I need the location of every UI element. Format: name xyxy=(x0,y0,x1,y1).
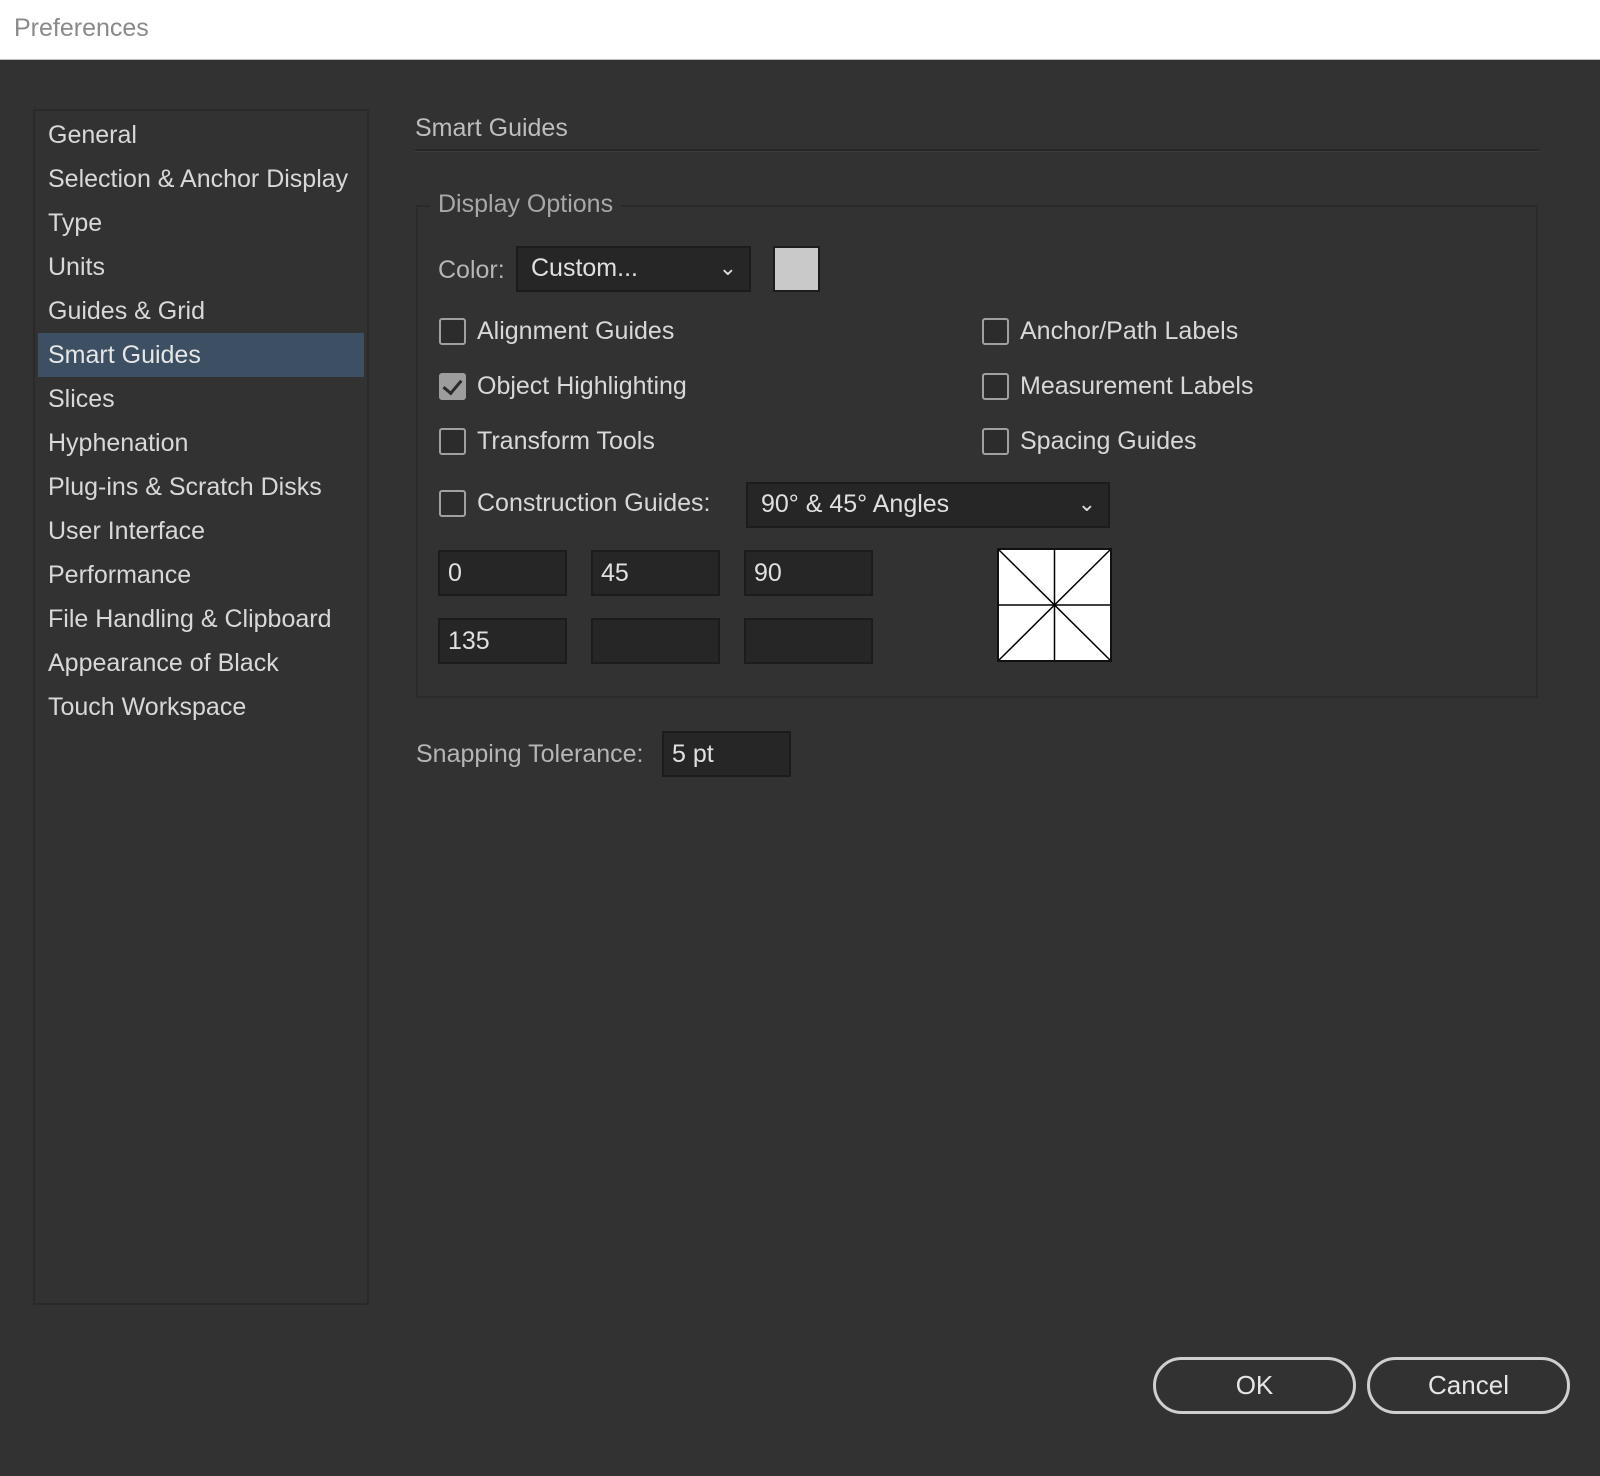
display-options-label: Display Options xyxy=(430,190,622,219)
sidebar-item-units[interactable]: Units xyxy=(38,245,364,289)
color-dropdown[interactable]: Custom... ⌄ xyxy=(516,246,751,292)
object-highlighting-checkbox[interactable] xyxy=(439,373,466,400)
measurement-labels-label[interactable]: Measurement Labels xyxy=(1020,372,1253,401)
transform-tools-checkbox[interactable] xyxy=(439,428,466,455)
angle-field-5[interactable] xyxy=(591,618,720,664)
angle-field-6[interactable] xyxy=(744,618,873,664)
angle-lines-graphic xyxy=(998,549,1111,661)
alignment-guides-checkbox[interactable] xyxy=(439,318,466,345)
sidebar-item-plugins-scratch-disks[interactable]: Plug-ins & Scratch Disks xyxy=(38,465,364,509)
anchor-path-labels-checkbox[interactable] xyxy=(982,318,1009,345)
cancel-button[interactable]: Cancel xyxy=(1367,1357,1570,1414)
chevron-down-icon: ⌄ xyxy=(718,255,737,280)
chevron-down-icon: ⌄ xyxy=(1077,491,1096,516)
ok-button[interactable]: OK xyxy=(1153,1357,1356,1414)
sidebar-item-user-interface[interactable]: User Interface xyxy=(38,509,364,553)
construction-angles-dropdown[interactable]: 90° & 45° Angles ⌄ xyxy=(746,482,1110,528)
angle-preview-icon xyxy=(997,548,1112,662)
measurement-labels-checkbox[interactable] xyxy=(982,373,1009,400)
construction-guides-checkbox[interactable] xyxy=(439,490,466,517)
spacing-guides-label[interactable]: Spacing Guides xyxy=(1020,427,1197,456)
sidebar-item-touch-workspace[interactable]: Touch Workspace xyxy=(38,685,364,729)
sidebar-item-file-handling-clipboard[interactable]: File Handling & Clipboard xyxy=(38,597,364,641)
color-dropdown-value: Custom... xyxy=(531,254,638,282)
sidebar-item-selection-anchor-display[interactable]: Selection & Anchor Display xyxy=(38,157,364,201)
snapping-tolerance-input[interactable]: 5 pt xyxy=(662,731,791,777)
sidebar-item-smart-guides[interactable]: Smart Guides xyxy=(38,333,364,377)
angle-field-2[interactable]: 45 xyxy=(591,550,720,596)
spacing-guides-checkbox[interactable] xyxy=(982,428,1009,455)
sidebar-item-general[interactable]: General xyxy=(38,113,364,157)
sidebar-item-guides-grid[interactable]: Guides & Grid xyxy=(38,289,364,333)
preferences-sidebar: General Selection & Anchor Display Type … xyxy=(33,109,369,1305)
transform-tools-label[interactable]: Transform Tools xyxy=(477,427,655,456)
sidebar-item-performance[interactable]: Performance xyxy=(38,553,364,597)
color-swatch[interactable] xyxy=(773,246,820,292)
section-divider xyxy=(415,149,1539,152)
section-title: Smart Guides xyxy=(415,114,568,142)
title-bar: Preferences xyxy=(0,0,1600,60)
angle-field-4[interactable]: 135 xyxy=(438,618,567,664)
angle-field-3[interactable]: 90 xyxy=(744,550,873,596)
snapping-tolerance-label: Snapping Tolerance: xyxy=(416,740,644,768)
angle-field-1[interactable]: 0 xyxy=(438,550,567,596)
alignment-guides-label[interactable]: Alignment Guides xyxy=(477,317,674,346)
sidebar-item-slices[interactable]: Slices xyxy=(38,377,364,421)
color-label: Color: xyxy=(438,256,505,284)
anchor-path-labels-label[interactable]: Anchor/Path Labels xyxy=(1020,317,1238,346)
construction-guides-label[interactable]: Construction Guides: xyxy=(477,489,710,518)
checkmark-icon xyxy=(442,374,463,396)
object-highlighting-label[interactable]: Object Highlighting xyxy=(477,372,687,401)
window-title: Preferences xyxy=(14,14,149,42)
sidebar-item-appearance-of-black[interactable]: Appearance of Black xyxy=(38,641,364,685)
sidebar-item-hyphenation[interactable]: Hyphenation xyxy=(38,421,364,465)
construction-angles-value: 90° & 45° Angles xyxy=(761,490,950,518)
sidebar-item-type[interactable]: Type xyxy=(38,201,364,245)
